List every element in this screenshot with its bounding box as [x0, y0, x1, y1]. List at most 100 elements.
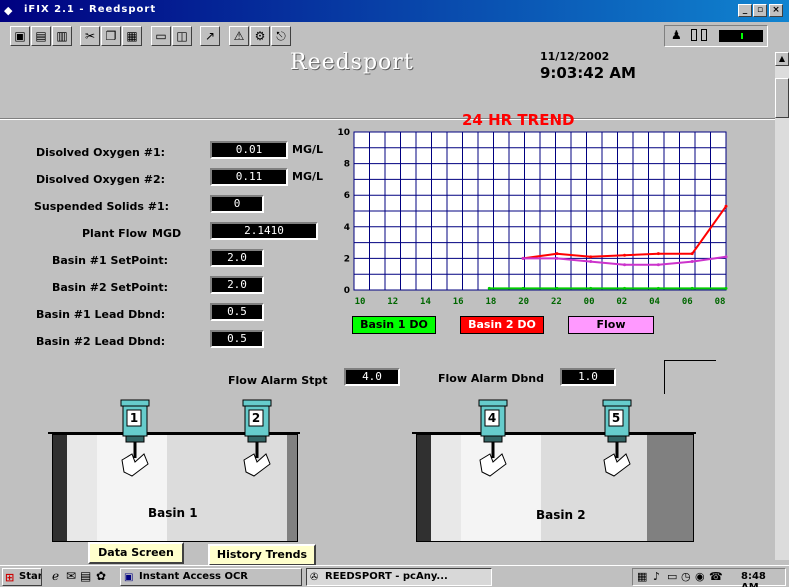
x-tick-label: 16 [453, 297, 464, 307]
scheduler-icon[interactable]: ◷ [681, 570, 691, 583]
save-icon[interactable]: ▣ [10, 26, 30, 46]
x-tick-label: 20 [518, 297, 529, 307]
x-tick-label: 14 [420, 297, 431, 307]
app-icon[interactable]: ◆ [4, 4, 18, 18]
display-icon[interactable]: ▭ [151, 26, 171, 46]
plant-flow-label: Plant Flow [82, 227, 148, 240]
window-icon[interactable]: ◫ [172, 26, 192, 46]
x-tick-label: 06 [682, 297, 693, 307]
motor-number: 4 [487, 411, 497, 425]
history-trends-button[interactable]: History Trends [208, 544, 316, 566]
data-point [487, 286, 491, 290]
vertical-scrollbar[interactable] [775, 52, 789, 560]
motor-number: 1 [129, 411, 139, 425]
aerator-1[interactable]: 1 [118, 398, 152, 486]
data-point [555, 252, 559, 256]
data-point [690, 286, 694, 290]
start-button[interactable]: ⊞ Start [2, 568, 42, 586]
toolbar: ▣ ▤ ▥ ✂ ❐ ▦ ▭ ◫ ↗ ⚠ ⚙ ⎋ ♟ [0, 22, 789, 52]
y-tick-label: 8 [344, 160, 350, 170]
basin1-deadband-value[interactable]: 0.5 [210, 303, 264, 321]
data-point [690, 252, 694, 256]
ss1-label: Suspended Solids #1: [34, 200, 170, 213]
y-tick-label: 10 [337, 128, 350, 138]
data-screen-button[interactable]: Data Screen [88, 542, 184, 564]
start-label: Start [19, 571, 41, 582]
scroll-up-button[interactable]: ▲ [775, 52, 789, 66]
outlook-icon[interactable]: ✉ [66, 569, 76, 583]
basin2-deadband-value[interactable]: 0.5 [210, 330, 264, 348]
do1-value[interactable]: 0.01 [210, 141, 288, 159]
y-tick-label: 0 [344, 286, 350, 296]
basin1-zone [67, 435, 97, 541]
data-point [589, 286, 593, 290]
task-instant-access[interactable]: ▣ Instant Access OCR [120, 568, 302, 586]
cut-icon[interactable]: ✂ [80, 26, 100, 46]
open-icon[interactable]: ▤ [31, 26, 51, 46]
flow-alarm-stpt-value[interactable]: 4.0 [344, 368, 400, 386]
basin2-setpoint-value[interactable]: 2.0 [210, 276, 264, 294]
x-tick-label: 00 [584, 297, 595, 307]
exit-icon[interactable]: ⎋ [271, 26, 291, 46]
x-tick-label: 18 [485, 297, 496, 307]
legend-basin1-do: Basin 1 DO [352, 316, 436, 334]
alarm-frame [664, 360, 716, 394]
properties-icon[interactable]: ▥ [52, 26, 72, 46]
basin2-setpoint-label: Basin #2 SetPoint: [52, 281, 169, 294]
system-tray: ▦ ♪ ▭ ◷ ◉ ☎ 8:48 AM [632, 568, 786, 587]
task-label: Instant Access OCR [139, 571, 249, 582]
data-point [521, 286, 525, 290]
desktop-icon[interactable]: ▤ [80, 569, 91, 583]
data-point [724, 204, 728, 208]
task-reedsport[interactable]: ✇ REEDSPORT - pcAny... [306, 568, 492, 586]
trend-chart[interactable]: 024681010 12 14 16 18 20 22 00 02 04 06 08 [330, 124, 730, 318]
close-button[interactable]: × [769, 4, 783, 17]
do1-label: Disolved Oxygen #1: [36, 146, 165, 159]
network-icon[interactable]: ▦ [637, 570, 647, 583]
basin1-deadband-label: Basin #1 Lead Dbnd: [36, 308, 166, 321]
channel-icon[interactable]: ✿ [96, 569, 106, 583]
flow-alarm-dbnd-value[interactable]: 1.0 [560, 368, 616, 386]
basin1-setpoint-value[interactable]: 2.0 [210, 249, 264, 267]
taskbar: ⊞ Start ℯ ✉ ▤ ✿ ▣ Instant Access OCR ✇ R… [0, 565, 789, 587]
task-label: REEDSPORT - pcAny... [325, 571, 448, 582]
restore-button[interactable]: ▫ [753, 4, 767, 17]
data-point [589, 260, 593, 264]
legend-basin2-do: Basin 2 DO [460, 316, 544, 334]
data-point [589, 255, 593, 259]
data-point [555, 256, 559, 260]
monitor-icon[interactable]: ▭ [667, 570, 677, 583]
ss1-value[interactable]: 0 [210, 195, 264, 213]
title-bar[interactable]: ◆ iFIX 2.1 - Reedsport _ ▫ × [0, 0, 789, 22]
scroll-thumb[interactable] [775, 78, 789, 118]
basin2-label: Basin 2 [536, 508, 586, 522]
paste-icon[interactable]: ▦ [122, 26, 142, 46]
aerator-2[interactable]: 2 [240, 398, 274, 486]
copy-icon[interactable]: ❐ [101, 26, 121, 46]
windows-logo-icon: ⊞ [5, 571, 15, 584]
aerator-5[interactable]: 5 [600, 398, 634, 486]
clock: 8:48 AM [741, 571, 766, 587]
alarm-icon[interactable]: ⚠ [229, 26, 249, 46]
trend-icon[interactable]: ↗ [200, 26, 220, 46]
time-display: 9:03:42 AM [540, 64, 636, 82]
data-point [623, 263, 627, 267]
do1-unit: MG/L [292, 143, 324, 156]
basin2-wall [647, 435, 693, 541]
volume-icon[interactable]: ♪ [653, 570, 660, 583]
basin2-deadband-label: Basin #2 Lead Dbnd: [36, 335, 166, 348]
minimize-button[interactable]: _ [738, 4, 752, 17]
tools-icon[interactable]: ⚙ [250, 26, 270, 46]
do2-value[interactable]: 0.11 [210, 168, 288, 186]
basin2-tank[interactable] [416, 434, 694, 542]
aerator-4[interactable]: 4 [476, 398, 510, 486]
tray-icon[interactable]: ◉ [695, 570, 705, 583]
x-tick-label: 10 [355, 297, 366, 307]
tray-icon[interactable]: ☎ [709, 570, 723, 583]
basin2-zone [431, 435, 461, 541]
ie-icon[interactable]: ℯ [52, 569, 59, 583]
plant-flow-value[interactable]: 2.1410 [210, 222, 318, 240]
basin1-setpoint-label: Basin #1 SetPoint: [52, 254, 169, 267]
window-title: iFIX 2.1 - Reedsport [24, 4, 157, 15]
status-panel: ♟ [664, 25, 768, 47]
